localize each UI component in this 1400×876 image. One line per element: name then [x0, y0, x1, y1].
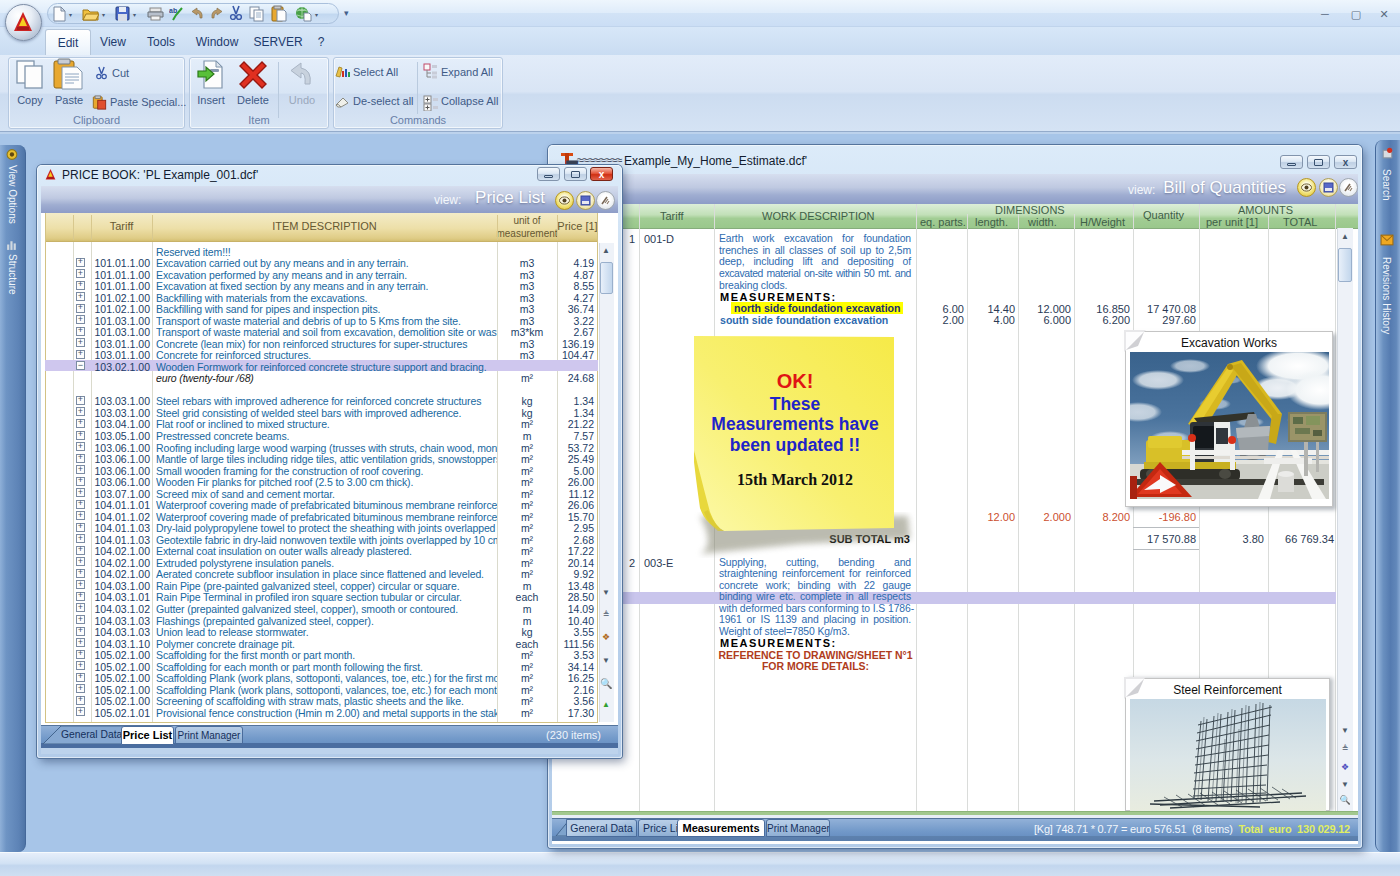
svg-text:ab: ab: [169, 7, 177, 14]
